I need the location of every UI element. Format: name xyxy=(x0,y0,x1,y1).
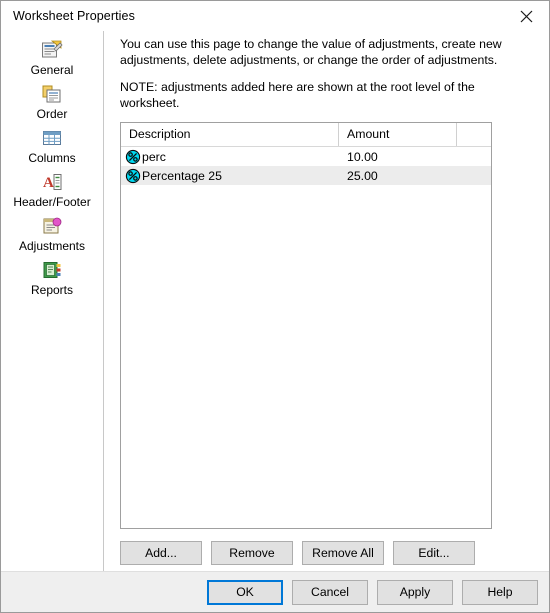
general-icon xyxy=(39,38,65,62)
dialog-footer: OK Cancel Apply Help xyxy=(1,571,549,612)
list-action-buttons: Add... Remove Remove All Edit... xyxy=(120,541,475,565)
table-row[interactable]: Percentage 25 25.00 xyxy=(121,166,491,185)
sidebar-item-header-footer[interactable]: A Header/Footer xyxy=(1,168,103,212)
worksheet-properties-dialog: Worksheet Properties General Order Colum… xyxy=(0,0,550,613)
close-icon[interactable] xyxy=(504,2,549,31)
sidebar-item-label: Order xyxy=(36,107,68,121)
edit-button[interactable]: Edit... xyxy=(393,541,475,565)
sidebar-item-columns[interactable]: Columns xyxy=(1,124,103,168)
sidebar-item-order[interactable]: Order xyxy=(1,80,103,124)
row-amount-cell: 25.00 xyxy=(347,168,378,183)
help-button[interactable]: Help xyxy=(462,579,538,605)
page-description: You can use this page to change the valu… xyxy=(120,36,520,111)
sidebar-item-label: General xyxy=(30,63,74,77)
percent-icon xyxy=(125,168,141,183)
sidebar-item-label: Columns xyxy=(28,151,76,165)
row-description-text: Percentage 25 xyxy=(142,168,222,183)
columns-icon xyxy=(39,126,65,150)
sidebar-item-label: Reports xyxy=(30,283,74,297)
sidebar-nav: General Order Columns A Header/Footer Ad… xyxy=(1,31,104,571)
cancel-button[interactable]: Cancel xyxy=(292,579,368,605)
row-description-cell: Percentage 25 xyxy=(121,168,339,184)
row-amount-cell: 10.00 xyxy=(347,149,378,164)
row-description-text: perc xyxy=(142,149,166,164)
dialog-body: General Order Columns A Header/Footer Ad… xyxy=(1,31,549,571)
column-header-description[interactable]: Description xyxy=(121,123,339,146)
description-line-2: adjustments, delete adjustments, or chan… xyxy=(120,53,498,67)
sidebar-item-reports[interactable]: Reports xyxy=(1,256,103,300)
sidebar-item-label: Adjustments xyxy=(18,239,86,253)
add-button[interactable]: Add... xyxy=(120,541,202,565)
sidebar-item-label: Header/Footer xyxy=(13,195,91,209)
remove-all-button[interactable]: Remove All xyxy=(302,541,384,565)
apply-button[interactable]: Apply xyxy=(377,579,453,605)
row-description-cell: perc xyxy=(121,149,339,165)
sidebar-item-general[interactable]: General xyxy=(1,36,103,80)
window-title: Worksheet Properties xyxy=(13,9,135,23)
order-icon xyxy=(39,82,65,106)
content-pane: You can use this page to change the valu… xyxy=(104,31,549,571)
list-header-row: Description Amount xyxy=(121,123,491,147)
remove-button[interactable]: Remove xyxy=(211,541,293,565)
description-note: NOTE: adjustments added here are shown a… xyxy=(120,80,475,110)
adjustments-list[interactable]: Description Amount perc 10.00 Percentage… xyxy=(120,122,492,529)
adjustments-icon xyxy=(39,214,65,238)
table-row[interactable]: perc 10.00 xyxy=(121,147,491,166)
ok-button[interactable]: OK xyxy=(207,579,283,605)
svg-text:A: A xyxy=(43,175,54,191)
sidebar-item-adjustments[interactable]: Adjustments xyxy=(1,212,103,256)
percent-icon xyxy=(125,149,141,164)
reports-icon xyxy=(39,258,65,282)
header-footer-icon: A xyxy=(39,170,65,194)
column-header-spare[interactable] xyxy=(457,123,491,146)
title-bar: Worksheet Properties xyxy=(1,1,549,31)
column-header-amount[interactable]: Amount xyxy=(339,123,457,146)
description-line-1: You can use this page to change the valu… xyxy=(120,37,502,51)
